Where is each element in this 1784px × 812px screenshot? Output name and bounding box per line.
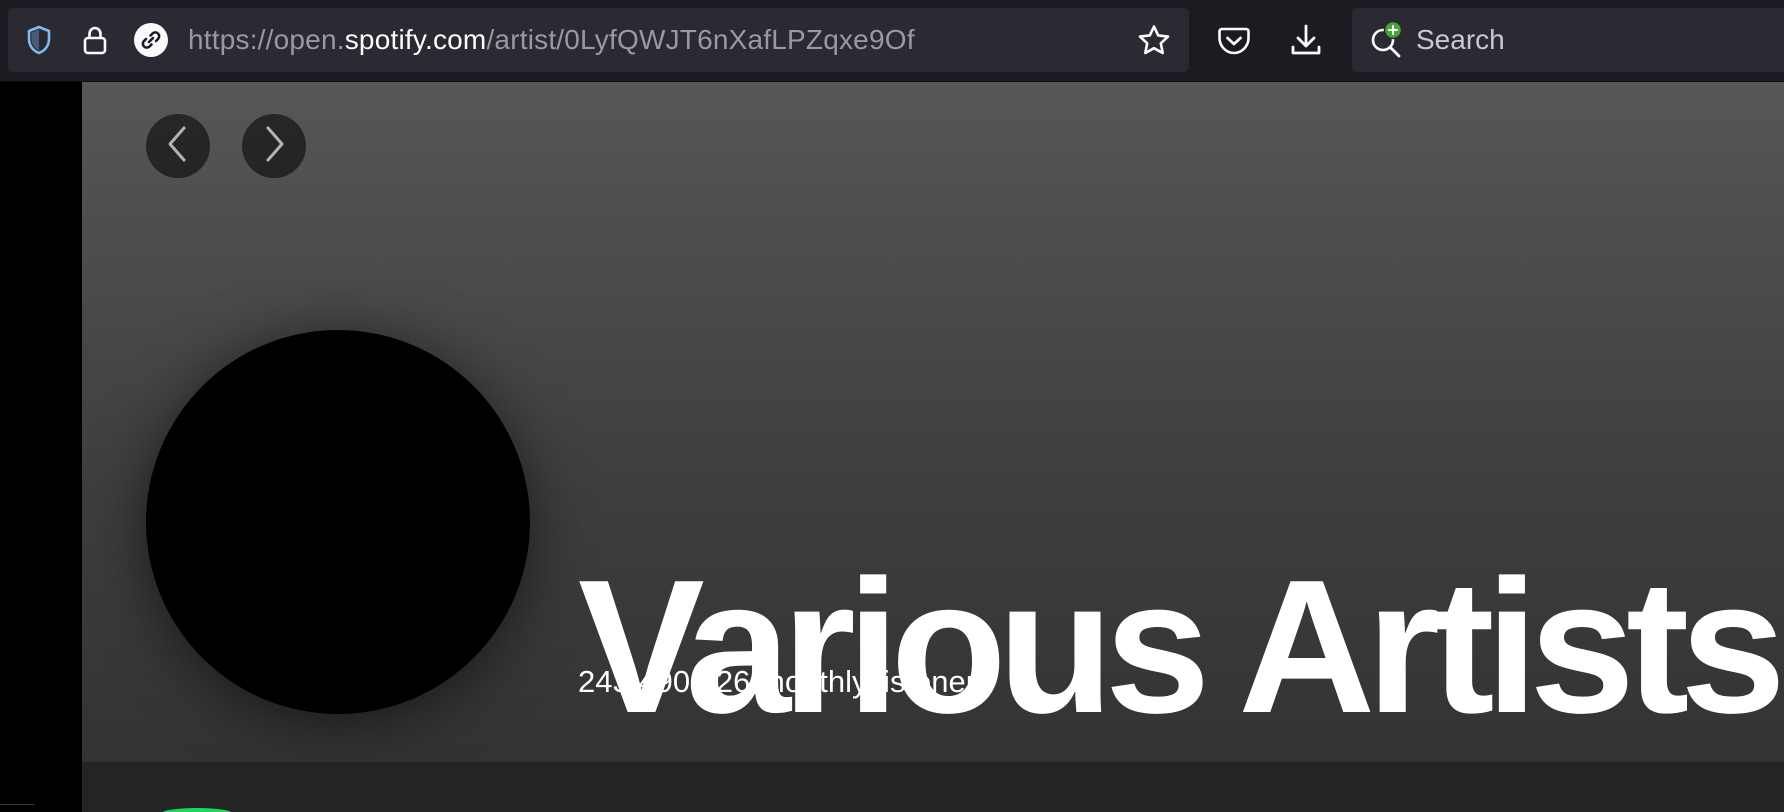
main-view: Various Artists 243,490,226 monthly list… (82, 82, 1784, 812)
download-icon[interactable] (1286, 20, 1326, 60)
search-icon (1368, 20, 1408, 60)
address-bar[interactable]: https://open.spotify.com/artist/0LyfQWJT… (8, 8, 1189, 72)
artist-avatar (146, 330, 530, 714)
artist-header: Various Artists 243,490,226 monthly list… (82, 82, 1784, 762)
url-path: /artist/0LyfQWJT6nXafLPZqxe9Of (486, 24, 915, 55)
monthly-listeners: 243,490,226 monthly listeners (578, 664, 992, 699)
forward-button[interactable] (242, 114, 306, 178)
chevron-right-icon (260, 124, 288, 169)
url-prefix: https://open. (188, 24, 345, 55)
star-icon[interactable] (1134, 22, 1174, 58)
url-host: spotify.com (344, 24, 487, 55)
lock-icon[interactable] (78, 22, 112, 58)
back-button[interactable] (146, 114, 210, 178)
left-sidebar (0, 82, 82, 812)
artist-name: Various Artists (578, 541, 1784, 754)
action-bar (82, 762, 1784, 812)
chevron-left-icon (164, 124, 192, 169)
link-icon[interactable] (134, 23, 168, 57)
search-bar[interactable]: Search (1352, 8, 1784, 72)
play-button[interactable] (162, 808, 232, 812)
url-text[interactable]: https://open.spotify.com/artist/0LyfQWJT… (188, 8, 915, 72)
browser-toolbar: https://open.spotify.com/artist/0LyfQWJT… (0, 0, 1784, 82)
pocket-icon[interactable] (1214, 22, 1254, 60)
search-placeholder: Search (1416, 24, 1505, 55)
divider (0, 804, 34, 805)
shield-icon[interactable] (22, 22, 56, 58)
